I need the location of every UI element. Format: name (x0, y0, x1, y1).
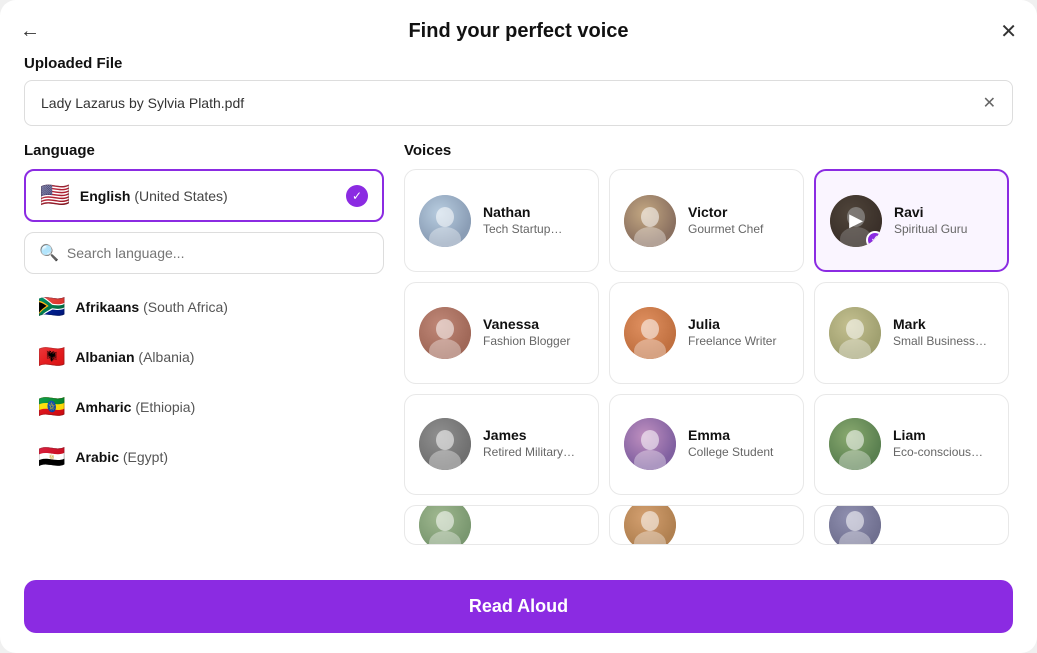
language-item-albanian[interactable]: 🇦🇱 Albanian (Albania) (24, 334, 384, 380)
voice-info-victor: Victor Gourmet Chef (688, 204, 763, 238)
voice-role-vanessa: Fashion Blogger (483, 334, 570, 350)
flag-icon: 🇿🇦 (38, 294, 65, 320)
voices-grid: Nathan Tech Startup… Victor Gourmet Chef (404, 169, 1013, 568)
voice-name-mark: Mark (893, 316, 987, 332)
voice-role-victor: Gourmet Chef (688, 222, 763, 238)
selected-check: ✓ (866, 231, 882, 247)
voice-avatar-emma (624, 418, 676, 470)
voice-role-nathan: Tech Startup… (483, 222, 562, 238)
modal-header: ← Find your perfect voice ✕ (0, 0, 1037, 55)
file-section: Uploaded File Lady Lazarus by Sylvia Pla… (24, 55, 1013, 126)
voice-card-ravi[interactable]: ▶ ✓ Ravi Spiritual Guru (814, 169, 1009, 272)
voice-card-liam[interactable]: Liam Eco-conscious… (814, 394, 1009, 495)
language-item-amharic[interactable]: 🇪🇹 Amharic (Ethiopia) (24, 384, 384, 430)
voice-info-julia: Julia Freelance Writer (688, 316, 776, 350)
voice-role-james: Retired Military… (483, 445, 575, 461)
content-area: Language 🇺🇸 English (United States) ✓ 🔍 … (24, 142, 1013, 568)
language-list: 🇿🇦 Afrikaans (South Africa) 🇦🇱 Albanian (Al… (24, 284, 384, 568)
language-item-arabic[interactable]: 🇪🇬 Arabic (Egypt) (24, 434, 384, 480)
file-name: Lady Lazarus by Sylvia Plath.pdf (41, 95, 983, 111)
voices-panel: Voices Nathan Tech Startup… (404, 142, 1013, 568)
voice-info-emma: Emma College Student (688, 427, 773, 461)
voice-name-liam: Liam (893, 427, 983, 443)
selected-check-icon: ✓ (346, 185, 368, 207)
flag-icon: 🇪🇬 (38, 444, 65, 470)
modal-body: Uploaded File Lady Lazarus by Sylvia Pla… (0, 55, 1037, 568)
file-clear-button[interactable]: ✕ (983, 93, 996, 113)
voice-avatar-partial1 (419, 505, 471, 545)
flag-icon: 🇦🇱 (38, 344, 65, 370)
voice-card-partial3[interactable] (814, 505, 1009, 545)
voice-card-julia[interactable]: Julia Freelance Writer (609, 282, 804, 383)
voice-avatar-victor (624, 195, 676, 247)
voice-role-ravi: Spiritual Guru (894, 222, 967, 238)
language-search-box: 🔍 (24, 232, 384, 274)
voice-role-mark: Small Business… (893, 334, 987, 350)
lang-name: Arabic (Egypt) (75, 449, 168, 465)
voice-card-partial2[interactable] (609, 505, 804, 545)
voice-role-julia: Freelance Writer (688, 334, 776, 350)
language-item-afrikaans[interactable]: 🇿🇦 Afrikaans (South Africa) (24, 284, 384, 330)
voice-card-nathan[interactable]: Nathan Tech Startup… (404, 169, 599, 272)
voice-avatar-james (419, 418, 471, 470)
voice-card-james[interactable]: James Retired Military… (404, 394, 599, 495)
read-aloud-button[interactable]: Read Aloud (24, 580, 1013, 633)
voice-info-vanessa: Vanessa Fashion Blogger (483, 316, 570, 350)
voice-name-julia: Julia (688, 316, 776, 332)
language-panel: Language 🇺🇸 English (United States) ✓ 🔍 … (24, 142, 384, 568)
language-label: Language (24, 142, 384, 159)
voice-avatar-partial3 (829, 505, 881, 545)
selected-language-item[interactable]: 🇺🇸 English (United States) ✓ (24, 169, 384, 222)
voice-info-mark: Mark Small Business… (893, 316, 987, 350)
voice-avatar-partial2 (624, 505, 676, 545)
voice-name-nathan: Nathan (483, 204, 562, 220)
voice-avatar-nathan (419, 195, 471, 247)
voice-card-vanessa[interactable]: Vanessa Fashion Blogger (404, 282, 599, 383)
close-button[interactable]: ✕ (1000, 19, 1017, 44)
voice-avatar-liam (829, 418, 881, 470)
voice-avatar-mark (829, 307, 881, 359)
selected-lang-text: English (United States) (80, 188, 336, 204)
voice-info-nathan: Nathan Tech Startup… (483, 204, 562, 238)
voice-avatar-ravi: ▶ ✓ (830, 195, 882, 247)
voice-info-liam: Liam Eco-conscious… (893, 427, 983, 461)
voice-info-ravi: Ravi Spiritual Guru (894, 204, 967, 238)
voice-card-victor[interactable]: Victor Gourmet Chef (609, 169, 804, 272)
back-button[interactable]: ← (20, 20, 40, 43)
file-label: Uploaded File (24, 55, 1013, 72)
modal: ← Find your perfect voice ✕ Uploaded Fil… (0, 0, 1037, 653)
voice-name-james: James (483, 427, 575, 443)
voice-name-vanessa: Vanessa (483, 316, 570, 332)
lang-name: Afrikaans (South Africa) (75, 299, 228, 315)
voice-avatar-vanessa (419, 307, 471, 359)
voice-name-victor: Victor (688, 204, 763, 220)
selected-flag: 🇺🇸 (40, 181, 70, 210)
voice-name-emma: Emma (688, 427, 773, 443)
voice-info-james: James Retired Military… (483, 427, 575, 461)
search-icon: 🔍 (39, 243, 59, 263)
voice-role-emma: College Student (688, 445, 773, 461)
voice-name-ravi: Ravi (894, 204, 967, 220)
flag-icon: 🇪🇹 (38, 394, 65, 420)
voice-role-liam: Eco-conscious… (893, 445, 983, 461)
file-input-box: Lady Lazarus by Sylvia Plath.pdf ✕ (24, 80, 1013, 126)
modal-title: Find your perfect voice (408, 20, 628, 43)
voice-card-emma[interactable]: Emma College Student (609, 394, 804, 495)
voices-label: Voices (404, 142, 1013, 159)
voice-avatar-julia (624, 307, 676, 359)
voice-card-partial1[interactable] (404, 505, 599, 545)
language-search-input[interactable] (67, 245, 369, 261)
voice-card-mark[interactable]: Mark Small Business… (814, 282, 1009, 383)
bottom-bar: Read Aloud (0, 568, 1037, 653)
lang-name: Amharic (Ethiopia) (75, 399, 195, 415)
lang-name: Albanian (Albania) (75, 349, 194, 365)
